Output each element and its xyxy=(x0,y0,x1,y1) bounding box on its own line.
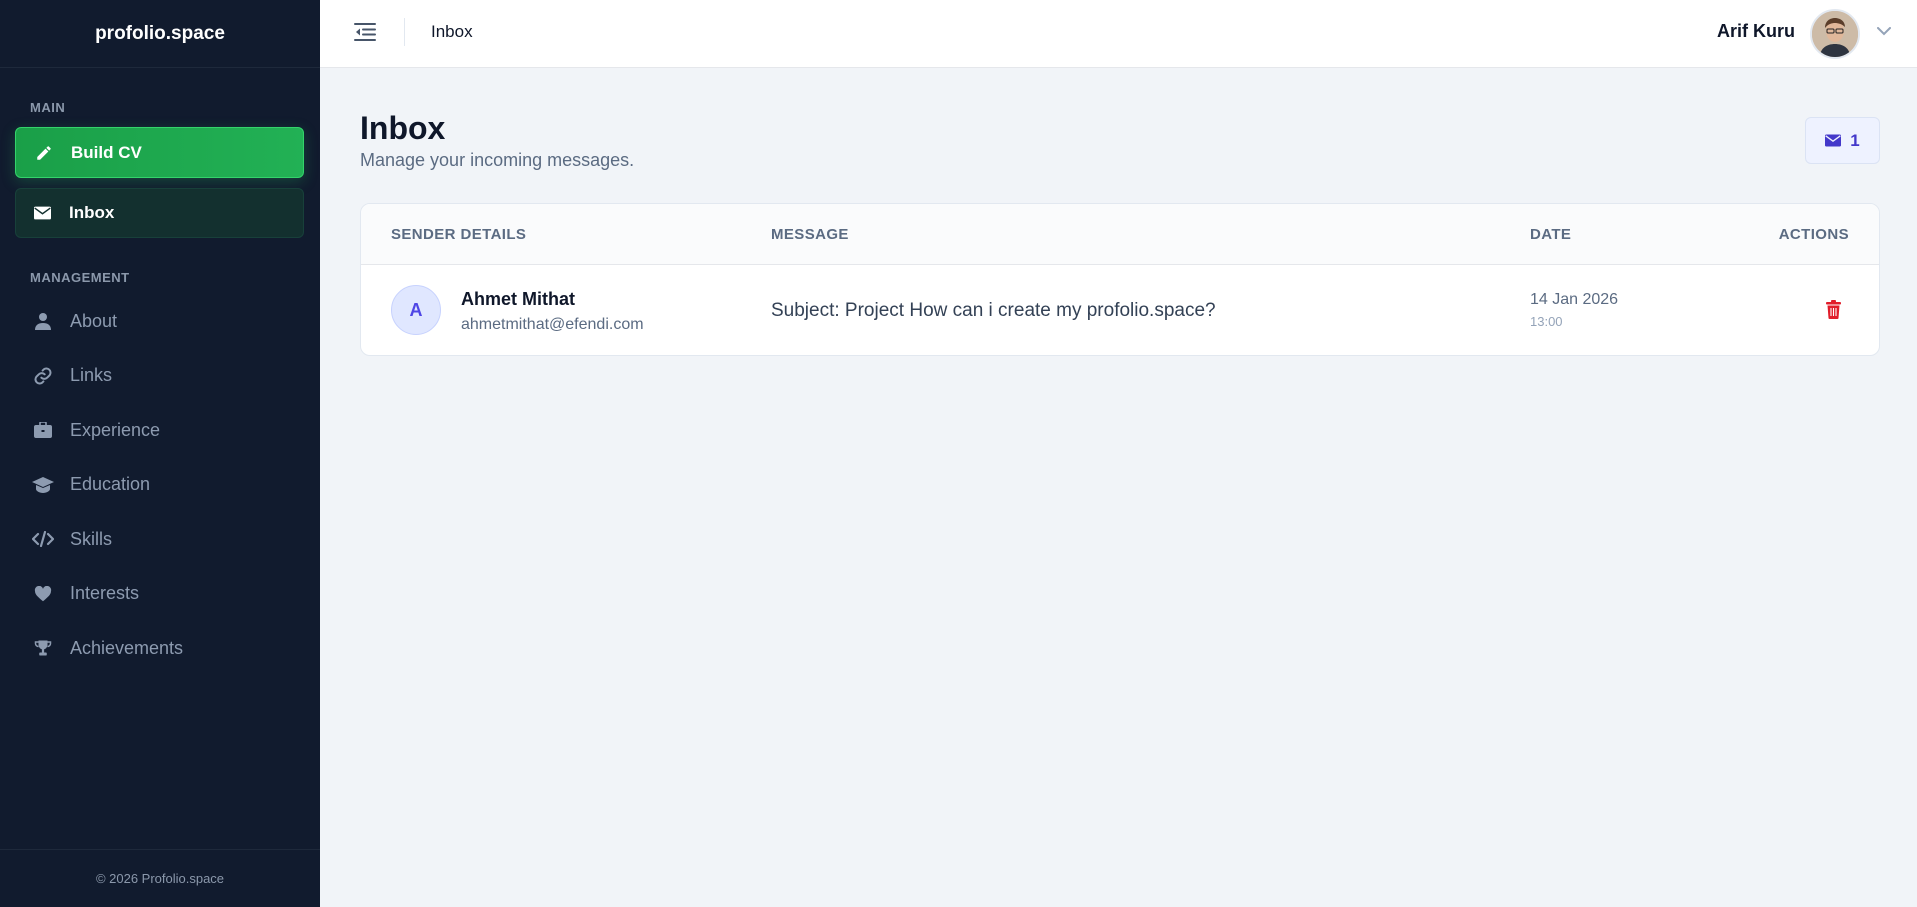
sidebar-item-inbox[interactable]: Inbox xyxy=(15,188,304,238)
graduation-cap-icon xyxy=(32,476,54,493)
message-count-badge[interactable]: 1 xyxy=(1805,117,1880,164)
column-header-sender: SENDER DETAILS xyxy=(391,226,527,243)
breadcrumb: Inbox xyxy=(431,22,473,41)
briefcase-icon xyxy=(32,422,54,439)
sender-name: Ahmet Mithat xyxy=(461,289,575,309)
envelope-icon xyxy=(34,206,51,220)
chevron-down-icon[interactable] xyxy=(1877,27,1891,36)
page-title: Inbox xyxy=(360,110,446,146)
delete-icon[interactable] xyxy=(1826,300,1841,319)
user-name[interactable]: Arif Kuru xyxy=(1717,21,1795,42)
heart-icon xyxy=(32,585,54,602)
table-header: SENDER DETAILS MESSAGE DATE ACTIONS xyxy=(361,204,1879,265)
sidebar-item-label: Education xyxy=(70,474,151,495)
sidebar-item-label: Skills xyxy=(70,528,113,549)
sidebar-item-label: Achievements xyxy=(70,637,184,658)
column-header-message: MESSAGE xyxy=(771,226,849,243)
envelope-icon xyxy=(1825,134,1842,147)
table-row[interactable]: A Ahmet Mithat ahmetmithat@efendi.com Su… xyxy=(361,265,1879,355)
message-date: 14 Jan 2026 xyxy=(1530,291,1619,308)
build-cv-label: Build CV xyxy=(71,142,142,162)
link-icon xyxy=(32,366,54,386)
sidebar-item-education[interactable]: Education xyxy=(0,458,320,513)
topbar-divider xyxy=(404,18,405,46)
sidebar-item-label: Inbox xyxy=(69,203,115,222)
sidebar-item-label: Interests xyxy=(70,583,140,604)
topbar: Inbox Arif Kuru xyxy=(320,0,1917,68)
sidebar-footer: © 2026 Profolio.space xyxy=(0,849,320,907)
sidebar-item-experience[interactable]: Experience xyxy=(0,403,320,458)
section-title-main: MAIN xyxy=(30,100,66,115)
message-preview[interactable]: Subject: Project How can i create my pro… xyxy=(771,300,1216,322)
column-header-date: DATE xyxy=(1530,226,1572,243)
sidebar-item-skills[interactable]: Skills xyxy=(0,512,320,567)
sidebar-item-interests[interactable]: Interests xyxy=(0,567,320,622)
column-header-actions: ACTIONS xyxy=(1778,226,1849,243)
sidebar-item-achievements[interactable]: Achievements xyxy=(0,621,320,676)
sender-avatar: A xyxy=(391,285,441,335)
section-title-management: MANAGEMENT xyxy=(30,270,130,285)
sidebar-item-label: About xyxy=(70,310,118,331)
sidebar-item-label: Experience xyxy=(70,419,161,440)
management-nav: About Links Experience Education Skills xyxy=(0,294,320,676)
message-time: 13:00 xyxy=(1530,314,1563,329)
pencil-icon xyxy=(35,144,53,162)
trophy-icon xyxy=(32,639,54,657)
brand-logo[interactable]: profolio.space xyxy=(0,0,320,68)
avatar[interactable] xyxy=(1810,9,1860,59)
sidebar-item-links[interactable]: Links xyxy=(0,349,320,404)
code-icon xyxy=(32,531,54,548)
page-subtitle: Manage your incoming messages. xyxy=(360,150,635,170)
user-icon xyxy=(32,312,54,331)
sidebar: profolio.space MAIN Build CV Inbox MANAG… xyxy=(0,0,320,907)
messages-table: SENDER DETAILS MESSAGE DATE ACTIONS A Ah… xyxy=(360,203,1880,356)
build-cv-button[interactable]: Build CV xyxy=(15,127,304,178)
message-count: 1 xyxy=(1850,130,1860,150)
sidebar-item-about[interactable]: About xyxy=(0,294,320,349)
menu-collapse-icon[interactable] xyxy=(354,22,376,42)
sidebar-item-label: Links xyxy=(70,365,113,386)
sender-email: ahmetmithat@efendi.com xyxy=(461,316,644,333)
